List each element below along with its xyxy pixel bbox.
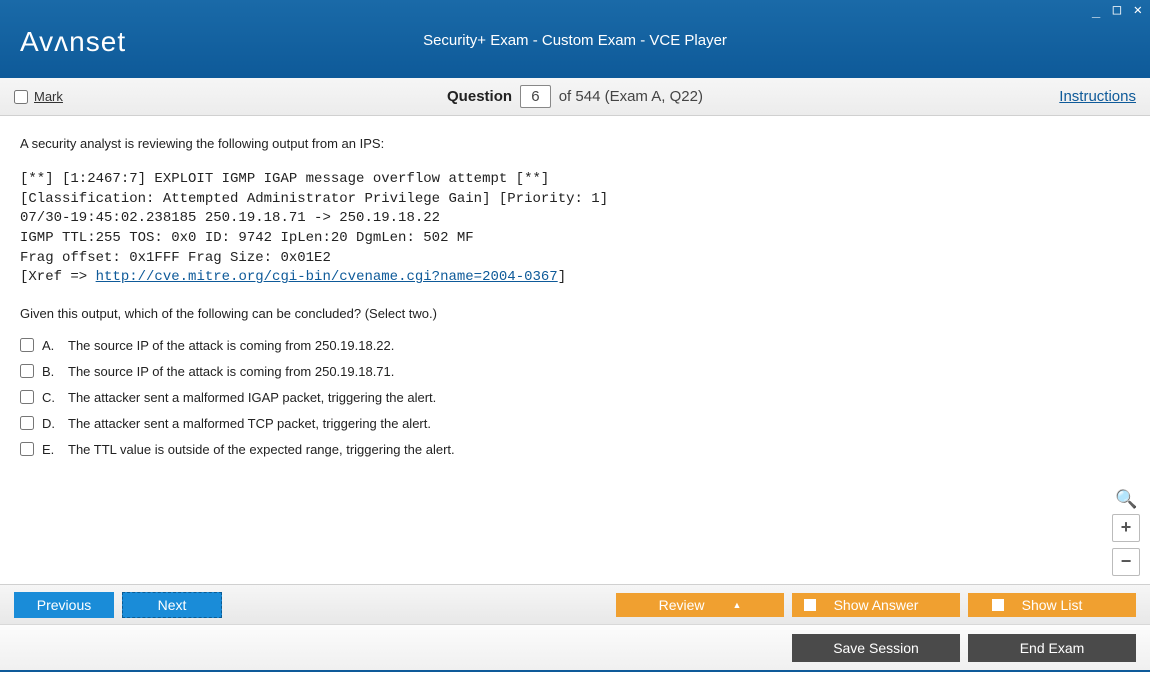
option-text: The source IP of the attack is coming fr… (68, 362, 394, 382)
save-session-button[interactable]: Save Session (792, 634, 960, 662)
show-answer-label: Show Answer (834, 597, 919, 613)
show-answer-button[interactable]: Show Answer (792, 593, 960, 617)
xref-link[interactable]: http://cve.mitre.org/cgi-bin/cvename.cgi… (96, 269, 558, 285)
question-word: Question (447, 88, 512, 105)
answer-options: A. The source IP of the attack is coming… (20, 336, 1130, 461)
option-text: The TTL value is outside of the expected… (68, 440, 455, 460)
zoom-controls: 🔍 + − (1112, 486, 1140, 576)
show-list-button[interactable]: Show List (968, 593, 1136, 617)
option-b[interactable]: B. The source IP of the attack is coming… (20, 362, 1130, 382)
question-of-text: of 544 (Exam A, Q22) (559, 88, 703, 105)
option-checkbox[interactable] (20, 442, 34, 456)
question-prompt: Given this output, which of the followin… (20, 304, 1130, 324)
end-exam-button[interactable]: End Exam (968, 634, 1136, 662)
code-line: IGMP TTL:255 TOS: 0x0 ID: 9742 IpLen:20 … (20, 230, 474, 246)
code-line: 07/30-19:45:02.238185 250.19.18.71 -> 25… (20, 210, 440, 226)
code-line: Frag offset: 0x1FFF Frag Size: 0x01E2 (20, 250, 331, 266)
close-icon[interactable]: ✕ (1134, 2, 1144, 18)
nav-footer: Previous Next Review ▲ Show Answer Show … (0, 584, 1150, 624)
zoom-out-button[interactable]: − (1112, 548, 1140, 576)
option-text: The attacker sent a malformed TCP packet… (68, 414, 431, 434)
show-answer-checkbox[interactable] (804, 599, 816, 611)
option-letter: C. (42, 388, 60, 408)
xref-suffix: ] (558, 269, 566, 285)
option-checkbox[interactable] (20, 338, 34, 352)
maximize-icon[interactable]: □ (1113, 2, 1123, 18)
question-content: A security analyst is reviewing the foll… (0, 116, 1150, 584)
question-number-box[interactable]: 6 (520, 85, 550, 108)
option-letter: B. (42, 362, 60, 382)
question-intro: A security analyst is reviewing the foll… (20, 134, 1130, 154)
window-controls: _ □ ✕ (1092, 2, 1144, 18)
question-header-bar: Mark Question 6 of 544 (Exam A, Q22) Ins… (0, 78, 1150, 116)
review-label: Review (659, 597, 705, 613)
session-footer: Save Session End Exam (0, 624, 1150, 672)
option-e[interactable]: E. The TTL value is outside of the expec… (20, 440, 1130, 460)
show-list-checkbox[interactable] (992, 599, 1004, 611)
window-title: Security+ Exam - Custom Exam - VCE Playe… (0, 32, 1150, 49)
magnify-icon[interactable]: 🔍 (1115, 486, 1137, 508)
review-button[interactable]: Review ▲ (616, 593, 784, 617)
xref-prefix: [Xref => (20, 269, 96, 285)
minimize-icon[interactable]: _ (1092, 2, 1102, 18)
ips-output-block: [**] [1:2467:7] EXPLOIT IGMP IGAP messag… (20, 170, 1130, 288)
option-checkbox[interactable] (20, 364, 34, 378)
option-letter: D. (42, 414, 60, 434)
option-checkbox[interactable] (20, 416, 34, 430)
zoom-in-button[interactable]: + (1112, 514, 1140, 542)
option-c[interactable]: C. The attacker sent a malformed IGAP pa… (20, 388, 1130, 408)
option-d[interactable]: D. The attacker sent a malformed TCP pac… (20, 414, 1130, 434)
code-line: [Classification: Attempted Administrator… (20, 191, 608, 207)
option-text: The attacker sent a malformed IGAP packe… (68, 388, 436, 408)
code-line: [**] [1:2467:7] EXPLOIT IGMP IGAP messag… (20, 171, 549, 187)
question-position: Question 6 of 544 (Exam A, Q22) (0, 85, 1150, 108)
option-text: The source IP of the attack is coming fr… (68, 336, 394, 356)
option-letter: E. (42, 440, 60, 460)
triangle-up-icon: ▲ (732, 600, 741, 610)
previous-button[interactable]: Previous (14, 592, 114, 618)
instructions-link[interactable]: Instructions (1059, 88, 1136, 105)
option-letter: A. (42, 336, 60, 356)
option-checkbox[interactable] (20, 390, 34, 404)
show-list-label: Show List (1022, 597, 1083, 613)
next-button[interactable]: Next (122, 592, 222, 618)
option-a[interactable]: A. The source IP of the attack is coming… (20, 336, 1130, 356)
title-bar: _ □ ✕ Avᴧnset Security+ Exam - Custom Ex… (0, 0, 1150, 78)
